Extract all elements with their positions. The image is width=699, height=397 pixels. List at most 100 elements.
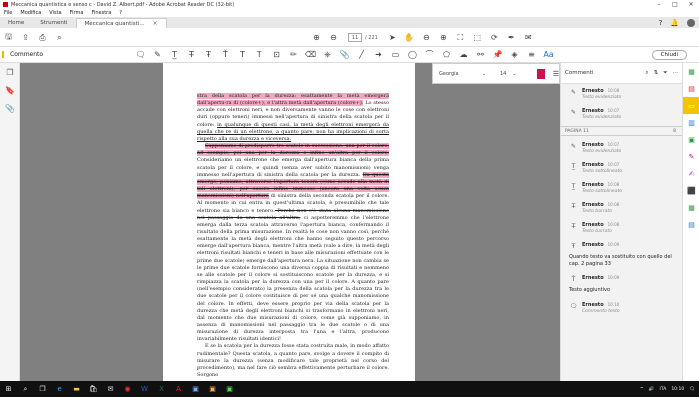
language-indicator[interactable]: ITA xyxy=(660,387,667,392)
combine-icon[interactable]: ▥ xyxy=(683,114,699,131)
excel-icon[interactable]: X xyxy=(155,383,168,396)
comment-item[interactable]: ✎ Ernesto 10:07 Testo evidenziato xyxy=(561,104,682,124)
bookmark-icon[interactable]: 🔖 xyxy=(0,81,20,99)
rotate-icon[interactable]: ⟳ xyxy=(489,32,500,43)
menu-finestra[interactable]: Finestra xyxy=(91,10,111,16)
polygon-icon[interactable]: ⬠ xyxy=(441,49,452,60)
comment-item[interactable]: T̲ Ernesto 10:07 Testo sottolineato xyxy=(561,158,682,178)
highlighted-text-1[interactable]: stra della scatola per la durezza: esatt… xyxy=(197,93,389,107)
notifications-icon[interactable]: 🗨 xyxy=(689,387,695,392)
search-icon[interactable]: ⌕ xyxy=(19,383,32,396)
close-tab-icon[interactable]: × xyxy=(153,20,158,27)
underlined-text-1[interactable]: in qualunque di questi casi, la metà deg… xyxy=(197,122,389,142)
create-pdf-icon[interactable]: ▤ xyxy=(683,80,699,97)
chevron-down-icon[interactable]: ⌄ xyxy=(512,71,516,77)
comment-item[interactable]: 🗨 Ernesto 10:10 Commento testo xyxy=(561,298,682,318)
comment-item[interactable]: Ť Ernesto 10:09 Testo aggiuntivo xyxy=(561,271,682,298)
menu-file[interactable]: File xyxy=(4,10,12,16)
task-view-icon[interactable]: ❐ xyxy=(36,383,49,396)
strikethrough-icon[interactable]: T̶ xyxy=(186,49,197,60)
mail-icon[interactable]: ✉ xyxy=(523,32,534,43)
page-down-icon[interactable]: ⊖ xyxy=(328,32,339,43)
fill-color-icon[interactable]: ◈ xyxy=(509,49,520,60)
edit-pdf-icon[interactable]: ✎ xyxy=(683,148,699,165)
filter-icon[interactable]: ⏷ xyxy=(663,70,667,77)
page-group-header[interactable]: PAGINA 11 8 xyxy=(561,126,682,136)
fit-page-icon[interactable]: ⛶ xyxy=(455,32,466,43)
export-pdf-icon[interactable]: ▦ xyxy=(683,63,699,80)
font-size-select[interactable]: 14 xyxy=(500,71,506,77)
chrome-icon[interactable]: ◉ xyxy=(121,383,134,396)
search-icon[interactable]: ⌕ xyxy=(54,32,65,43)
comment-item[interactable]: ✎ Ernesto 10:08 Testo evidenziato xyxy=(561,84,682,104)
menu-firma[interactable]: Firma xyxy=(70,10,84,16)
account-icon[interactable] xyxy=(687,19,695,27)
chevron-down-icon[interactable]: ⌄ xyxy=(482,71,486,77)
color-swatch[interactable] xyxy=(536,68,545,79)
comment-item[interactable]: T̶ Ernesto 10:08 Testo barrato xyxy=(561,218,682,238)
callout-icon[interactable]: ⊡ xyxy=(271,49,282,60)
help-icon[interactable]: ? xyxy=(659,19,663,27)
word-icon[interactable]: W xyxy=(138,383,151,396)
arrow-icon[interactable]: ➜ xyxy=(373,49,384,60)
sign-icon[interactable]: ✒ xyxy=(506,32,517,43)
explorer-icon[interactable]: ▬ xyxy=(70,383,83,396)
hand-icon[interactable]: ✋ xyxy=(404,32,415,43)
rectangle-icon[interactable]: ▭ xyxy=(390,49,401,60)
pencil-icon[interactable]: ✏ xyxy=(288,49,299,60)
polyline-icon[interactable]: ⌒ xyxy=(424,49,435,60)
stroke-icon[interactable]: ≡ xyxy=(526,49,537,60)
tools-more-icon[interactable]: ▦ xyxy=(683,199,699,216)
highlight-icon[interactable]: ✎ xyxy=(152,49,163,60)
attachment-icon[interactable]: 📎 xyxy=(0,99,20,117)
send-icon[interactable]: ▤ xyxy=(683,216,699,233)
font-icon[interactable]: Aa xyxy=(543,49,554,60)
fill-sign-icon[interactable]: ✍ xyxy=(683,165,699,182)
comment-item[interactable]: ✎ Ernesto 10:07 Testo evidenziato xyxy=(561,138,682,158)
font-family-select[interactable]: Georgia xyxy=(439,71,482,77)
save-icon[interactable]: 🖫 xyxy=(3,32,14,43)
mail-icon[interactable]: ✉ xyxy=(104,383,117,396)
organize-icon[interactable]: ▣ xyxy=(683,131,699,148)
text-comment-icon[interactable]: Ꭲ xyxy=(254,49,265,60)
bell-icon[interactable]: 🔔 xyxy=(670,19,679,27)
zoom-in-icon[interactable]: ⊕ xyxy=(438,32,449,43)
marquee-icon[interactable]: ⬚ xyxy=(472,32,483,43)
insert-text-icon[interactable]: Ť xyxy=(220,49,231,60)
pin-icon[interactable]: 📌 xyxy=(492,49,503,60)
paragraph-align-icon[interactable]: ☰ xyxy=(553,70,559,78)
tab-tools[interactable]: Strumenti xyxy=(32,18,75,28)
volume-icon[interactable]: 🔊 xyxy=(649,387,655,392)
pages-icon[interactable]: ❐ xyxy=(0,63,20,81)
edge-icon[interactable]: e xyxy=(53,383,66,396)
page-up-icon[interactable]: ⊕ xyxy=(311,32,322,43)
connector-icon[interactable]: ⚯ xyxy=(475,49,486,60)
app-icon[interactable]: ▣ xyxy=(223,383,236,396)
store-icon[interactable]: 🛍 xyxy=(87,383,100,396)
underline-icon[interactable]: T̲ xyxy=(169,49,180,60)
comment-tool-icon[interactable]: ▭ xyxy=(683,97,699,114)
maximize-button[interactable]: □ xyxy=(667,0,683,9)
eraser-icon[interactable]: ⌫ xyxy=(305,49,316,60)
protect-icon[interactable]: ⬛ xyxy=(683,182,699,199)
comment-item[interactable]: T̶ Ernesto 10:08 Testo barrato xyxy=(561,198,682,218)
search-icon[interactable]: ⌕ xyxy=(645,70,648,77)
attach-icon[interactable]: 📎 xyxy=(339,49,350,60)
line-icon[interactable]: ╱ xyxy=(356,49,367,60)
highlighted-struck-text[interactable]: Supponiamo di predisporre tre scatole in… xyxy=(197,143,389,157)
text-box-icon[interactable]: T xyxy=(237,49,248,60)
menu-vista[interactable]: Vista xyxy=(49,10,61,16)
upload-icon[interactable]: ⇪ xyxy=(20,32,31,43)
start-icon[interactable]: ⊞ xyxy=(2,383,15,396)
close-window-button[interactable]: ✕ xyxy=(683,0,699,9)
comment-item[interactable]: Ŧ Ernesto 10:09 Quando testo va sostituito … xyxy=(561,238,682,271)
tab-home[interactable]: Home xyxy=(0,18,32,28)
minimize-button[interactable]: – xyxy=(651,0,667,9)
comment-item[interactable]: T̲ Ernesto 10:08 Testo sottolineato xyxy=(561,178,682,198)
clock[interactable]: 10:10 xyxy=(671,387,684,392)
more-icon[interactable]: ⋯ xyxy=(673,70,679,76)
zoom-out-icon[interactable]: ⊖ xyxy=(421,32,432,43)
stamp-icon[interactable]: ⎈ xyxy=(322,49,333,60)
menu-help[interactable]: ? xyxy=(119,10,122,16)
cloud-icon[interactable]: ☁ xyxy=(458,49,469,60)
